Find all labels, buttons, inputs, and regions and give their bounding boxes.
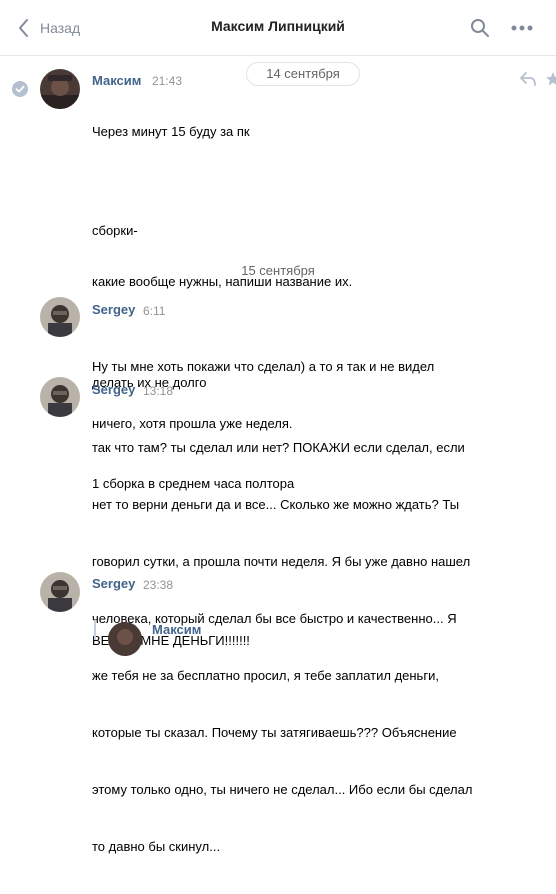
star-icon[interactable] xyxy=(545,71,556,87)
message-line: так что там? ты сделал или нет? ПОКАЖИ е… xyxy=(92,440,465,455)
search-icon[interactable] xyxy=(470,18,490,38)
forwarded-author[interactable]: Максим xyxy=(152,622,201,637)
message-line: сборки- xyxy=(92,223,138,238)
message-author[interactable]: Sergey xyxy=(92,302,135,317)
avatar[interactable] xyxy=(108,622,142,656)
more-dots-icon[interactable] xyxy=(511,25,533,31)
avatar[interactable] xyxy=(40,377,80,417)
message-line: этому только одно, ты ничего не сделал..… xyxy=(92,782,473,797)
message-select-check[interactable] xyxy=(12,81,28,97)
reply-icon[interactable] xyxy=(520,72,536,86)
message-time[interactable]: 13:18 xyxy=(143,384,173,398)
avatar-image xyxy=(40,297,80,337)
message-line: то давно бы скинул... xyxy=(92,839,221,854)
message-text: ВЕРНИ МНЕ ДЕНЬГИ!!!!!!! xyxy=(92,593,512,688)
avatar-image xyxy=(108,622,142,656)
message-line xyxy=(92,174,512,188)
message-line: Через минут 15 буду за пк xyxy=(92,124,250,139)
forwarded-message[interactable]: Максим xyxy=(94,620,496,656)
date-separator: 14 сентября xyxy=(246,62,360,86)
avatar[interactable] xyxy=(40,69,80,109)
message-line: которые ты сказал. Почему ты затягиваешь… xyxy=(92,725,457,740)
check-icon xyxy=(15,85,25,93)
avatar-image xyxy=(40,69,80,109)
message-line: говорил сутки, а прошла почти неделя. Я … xyxy=(92,554,471,569)
avatar[interactable] xyxy=(40,572,80,612)
message-time[interactable]: 23:38 xyxy=(143,578,173,592)
message-time[interactable]: 21:43 xyxy=(152,74,182,88)
date-separator: 15 сентября xyxy=(241,263,315,278)
message-time[interactable]: 6:11 xyxy=(143,304,165,318)
avatar-image xyxy=(40,572,80,612)
message-line: нет то верни деньги да и все... Сколько … xyxy=(92,497,460,512)
message-author[interactable]: Максим xyxy=(92,73,141,88)
avatar-image xyxy=(40,377,80,417)
chat-header: Назад Максим Липницкий xyxy=(0,0,556,56)
message-author[interactable]: Sergey xyxy=(92,382,135,397)
avatar[interactable] xyxy=(40,297,80,337)
message-line: Ну ты мне хоть покажи что сделал) а то я… xyxy=(92,359,435,374)
message-author[interactable]: Sergey xyxy=(92,576,135,591)
